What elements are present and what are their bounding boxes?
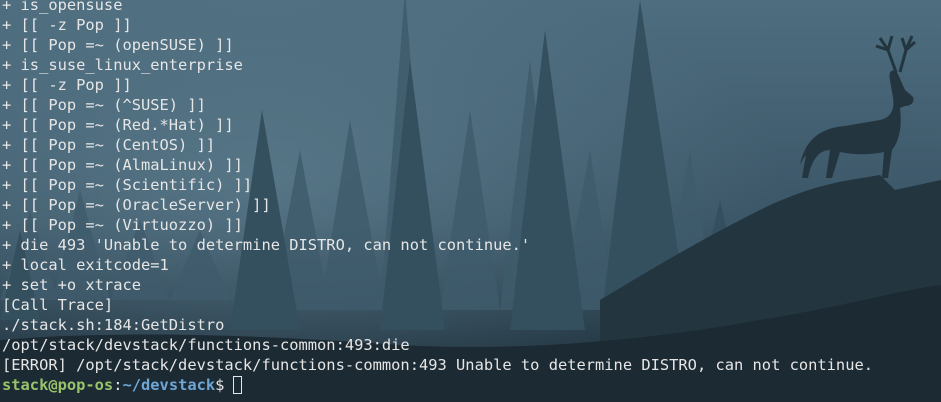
output-line: + is_opensuse — [2, 0, 123, 14]
text-cursor[interactable] — [233, 376, 243, 394]
terminal-window[interactable]: + is_opensuse + [[ -z Pop ]] + [[ Pop =~… — [0, 0, 941, 402]
output-line: + [[ -z Pop ]] — [2, 76, 132, 94]
prompt-separator: : — [113, 376, 123, 394]
output-line: + [[ Pop =~ (Red.*Hat) ]] — [2, 116, 234, 134]
output-line: + die 493 'Unable to determine DISTRO, c… — [2, 236, 531, 254]
output-line: + set +o xtrace — [2, 276, 141, 294]
output-line: + is_suse_linux_enterprise — [2, 56, 243, 74]
output-line: + [[ Pop =~ (OracleServer) ]] — [2, 196, 271, 214]
prompt-user-host: stack@pop-os — [2, 376, 114, 394]
output-line: /opt/stack/devstack/functions-common:493… — [2, 336, 410, 354]
output-line: ./stack.sh:184:GetDistro — [2, 316, 225, 334]
error-line: [ERROR] /opt/stack/devstack/functions-co… — [2, 356, 873, 374]
output-line: + [[ Pop =~ (Scientific) ]] — [2, 176, 253, 194]
output-line: [Call Trace] — [2, 296, 114, 314]
output-line: + [[ Pop =~ (Virtuozzo) ]] — [2, 216, 243, 234]
prompt-path: ~/devstack — [122, 376, 216, 394]
output-line: + [[ Pop =~ (^SUSE) ]] — [2, 96, 206, 114]
output-line: + [[ Pop =~ (openSUSE) ]] — [2, 36, 234, 54]
prompt-symbol: $ — [215, 376, 225, 394]
terminal-output[interactable]: + is_opensuse + [[ -z Pop ]] + [[ Pop =~… — [2, 0, 873, 395]
output-line: + [[ Pop =~ (AlmaLinux) ]] — [2, 156, 243, 174]
shell-prompt[interactable]: stack@pop-os: ~/devstack $ — [2, 375, 873, 395]
output-line: + [[ Pop =~ (CentOS) ]] — [2, 136, 216, 154]
output-line: + local exitcode=1 — [2, 256, 169, 274]
output-line: + [[ -z Pop ]] — [2, 16, 132, 34]
